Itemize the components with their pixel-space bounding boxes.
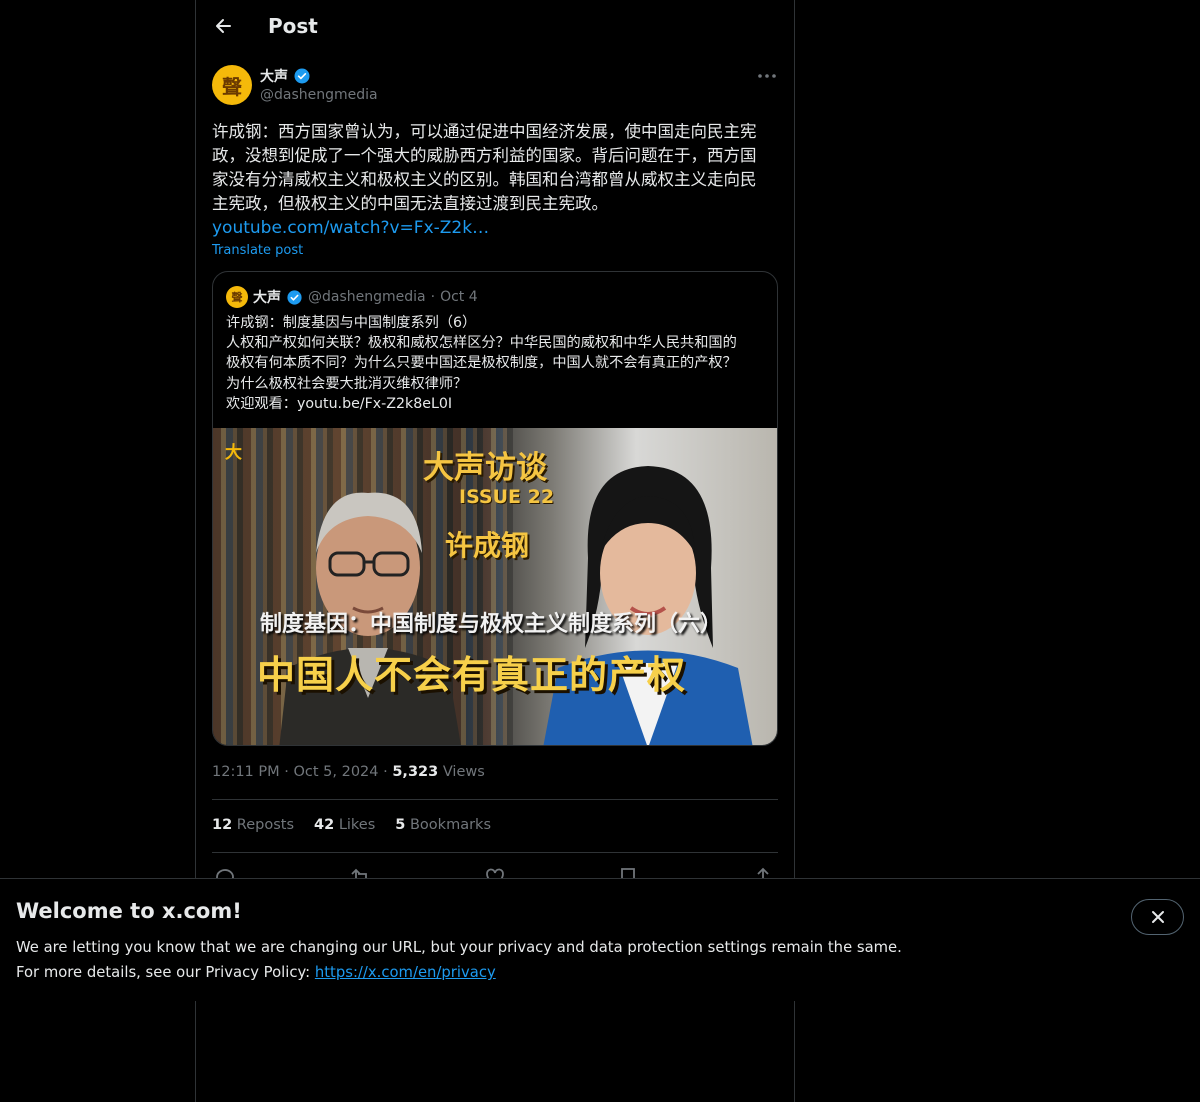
post-text-line: 家没有分清威权主义和极权主义的区别。韩国和台湾都曾从威权主义走向民: [212, 170, 757, 189]
interviewee-figure: [279, 492, 461, 745]
quote-date[interactable]: Oct 4: [440, 289, 478, 305]
top-bar: Post: [196, 0, 794, 54]
meta-separator: ·: [284, 764, 289, 780]
quote-handle[interactable]: @dashengmedia: [308, 289, 426, 305]
url-change-banner: Welcome to x.com! We are letting you kno…: [0, 878, 1200, 1001]
privacy-policy-link[interactable]: https://x.com/en/privacy: [315, 964, 496, 981]
bookmarks-stat[interactable]: 5 Bookmarks: [395, 817, 491, 833]
author-name-row[interactable]: 大声: [260, 66, 311, 86]
quote-display-name[interactable]: 大声: [253, 287, 281, 307]
quote-avatar[interactable]: 聲: [226, 286, 248, 308]
post-date[interactable]: Oct 5, 2024: [293, 764, 378, 780]
reposts-count: 12: [212, 817, 233, 833]
quoted-post[interactable]: 聲 大声 @dashengmedia · Oct 4 许成钢：制度基因与中国制度…: [212, 271, 778, 746]
reposts-label: Reposts: [236, 817, 295, 833]
banner-line: We are letting you know that we are chan…: [16, 939, 902, 956]
views-label: Views: [442, 764, 485, 780]
author-handle[interactable]: @dashengmedia: [260, 87, 378, 103]
more-dots-icon: [758, 74, 776, 78]
quote-separator: ·: [430, 289, 436, 305]
banner-line: For more details, see our Privacy Policy…: [16, 960, 902, 985]
thumbnail-brand: 大声访谈: [423, 450, 547, 486]
arrow-left-icon: [216, 19, 231, 33]
bookmarks-count: 5: [395, 817, 406, 833]
banner-text: We are letting you know that we are chan…: [16, 935, 902, 985]
verified-badge-icon: [294, 68, 310, 84]
post-text-line: 主宪政，但极权主义的中国无法直接过渡到民主宪政。: [212, 194, 608, 213]
post-text-line: 许成钢：西方国家曾认为，可以通过促进中国经济发展，使中国走向民主宪: [212, 122, 757, 141]
thumbnail-issue: ISSUE 22: [459, 486, 555, 508]
quote-text: 许成钢：制度基因与中国制度系列（6） 人权和产权如何关联？极权和威权怎样区分？中…: [226, 315, 737, 412]
engagement-stats: 12 Reposts 42 Likes 5 Bookmarks: [212, 817, 491, 833]
author-display-name[interactable]: 大声: [260, 66, 288, 86]
banner-title: Welcome to x.com!: [16, 899, 242, 923]
post-meta: 12:11 PM · Oct 5, 2024 · 5,323 Views: [212, 764, 485, 780]
banner-line-prefix: For more details, see our Privacy Policy…: [16, 964, 315, 981]
post-text: 许成钢：西方国家曾认为，可以通过促进中国经济发展，使中国走向民主宪 政，没想到促…: [212, 120, 778, 240]
likes-label: Likes: [338, 817, 376, 833]
translate-post-link[interactable]: Translate post: [212, 243, 303, 258]
bookmarks-label: Bookmarks: [409, 817, 491, 833]
youtube-link[interactable]: youtube.com/watch?v=Fx-Z2k…: [212, 216, 778, 240]
thumbnail-guest: 许成钢: [445, 529, 530, 562]
quote-header: 聲 大声 @dashengmedia · Oct 4: [226, 286, 478, 308]
thumbnail-headline: 中国人不会有真正的产权: [257, 653, 687, 697]
video-thumbnail[interactable]: 大 大声访谈 ISSUE 22 许成钢 制度基因：中国制度与极权主义制度系列（六…: [213, 428, 777, 745]
divider: [212, 852, 778, 853]
page-title: Post: [268, 14, 318, 38]
back-button[interactable]: [210, 12, 238, 40]
likes-count: 42: [314, 817, 335, 833]
more-options-button[interactable]: [752, 66, 782, 86]
channel-logo: 大: [225, 443, 242, 463]
views-count: 5,323: [392, 764, 439, 780]
meta-separator: ·: [383, 764, 388, 780]
close-icon: [1151, 911, 1164, 923]
divider: [212, 799, 778, 800]
likes-stat[interactable]: 42 Likes: [314, 817, 375, 833]
avatar[interactable]: 聲: [212, 65, 252, 105]
reposts-stat[interactable]: 12 Reposts: [212, 817, 294, 833]
verified-badge-icon: [287, 289, 302, 305]
thumbnail-subtitle: 制度基因：中国制度与极权主义制度系列（六）: [260, 612, 723, 637]
host-figure: [543, 466, 753, 745]
close-banner-button[interactable]: [1131, 899, 1184, 935]
post-text-line: 政，没想到促成了一个强大的威胁西方利益的国家。背后问题在于，西方国: [212, 146, 757, 165]
post-time[interactable]: 12:11 PM: [212, 764, 280, 780]
